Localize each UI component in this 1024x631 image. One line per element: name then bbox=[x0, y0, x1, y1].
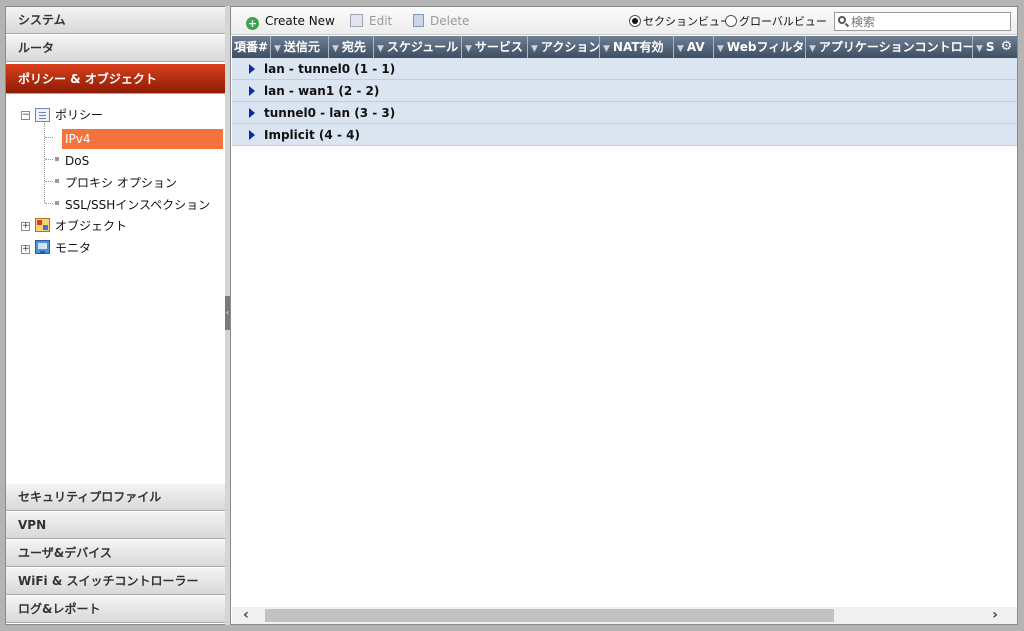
tree-item-ipv4[interactable]: IPv4 bbox=[62, 129, 223, 149]
expand-icon[interactable]: + bbox=[21, 222, 30, 231]
tree-item-policy[interactable]: ポリシー bbox=[55, 105, 103, 125]
tree-item-objects[interactable]: オブジェクト bbox=[55, 216, 127, 236]
nav-category-log-report[interactable]: ログ&レポート bbox=[6, 596, 225, 623]
column-header-app-control[interactable]: ▼ アプリケーションコントロール bbox=[806, 36, 973, 58]
trash-icon bbox=[413, 14, 424, 27]
filter-icon[interactable]: ▼ bbox=[809, 38, 816, 58]
toolbar: + Create New Edit Delete セクションビュー グローバルビュ… bbox=[231, 7, 1017, 35]
column-header-s[interactable]: ▼ S bbox=[973, 36, 996, 58]
pencil-icon bbox=[350, 14, 363, 27]
column-label: アクション bbox=[540, 40, 600, 54]
tree-item-proxy-option[interactable]: プロキシ オプション bbox=[65, 173, 177, 193]
section-view-label: セクションビュー bbox=[643, 15, 731, 28]
column-header-destination[interactable]: ▼ 宛先 bbox=[329, 36, 374, 58]
nav-category-wifi-switch[interactable]: WiFi & スイッチコントローラー bbox=[6, 568, 225, 595]
objects-icon bbox=[35, 218, 50, 232]
tree-item-dos[interactable]: DoS bbox=[65, 151, 89, 171]
radio-unselected-icon bbox=[725, 15, 737, 27]
section-row[interactable]: lan - tunnel0 (1 - 1) bbox=[232, 58, 1017, 80]
column-label: AV bbox=[686, 40, 705, 54]
column-label: スケジュール bbox=[386, 40, 459, 54]
grid-header: 項番# ▼ 送信元 ▼ 宛先 ▼ スケジュール ▼ サービス ▼ アクション ▼ NAT有効… bbox=[232, 36, 1017, 58]
filter-icon[interactable]: ▼ bbox=[377, 38, 384, 58]
gear-icon[interactable]: ⚙ bbox=[996, 36, 1017, 58]
policy-list-icon bbox=[35, 108, 50, 122]
section-label: Implicit (4 - 4) bbox=[264, 128, 360, 142]
navigation-panel: システム ルータ ポリシー & オブジェクト − ポリシー IPv4 DoS プ… bbox=[5, 6, 226, 625]
nav-category-user-device[interactable]: ユーザ&デバイス bbox=[6, 540, 225, 567]
column-label: NAT有効 bbox=[612, 40, 664, 54]
tree-item-ssl-inspection[interactable]: SSL/SSHインスペクション bbox=[65, 195, 210, 215]
nav-category-vpn[interactable]: VPN bbox=[6, 512, 225, 539]
expand-icon[interactable]: + bbox=[21, 245, 30, 254]
expand-triangle-icon[interactable] bbox=[249, 86, 255, 96]
global-view-option[interactable]: グローバルビュー bbox=[725, 13, 827, 30]
column-header-schedule[interactable]: ▼ スケジュール bbox=[374, 36, 462, 58]
horizontal-scrollbar[interactable]: ‹ › bbox=[232, 607, 1017, 624]
plus-circle-icon: + bbox=[246, 17, 259, 30]
column-label: 宛先 bbox=[341, 40, 366, 54]
filter-icon[interactable]: ▼ bbox=[274, 38, 281, 58]
section-row[interactable]: tunnel0 - lan (3 - 3) bbox=[232, 102, 1017, 124]
scrollbar-thumb[interactable] bbox=[265, 609, 834, 622]
expand-triangle-icon[interactable] bbox=[249, 130, 255, 140]
search-input[interactable] bbox=[851, 14, 1009, 29]
column-label: 項番# bbox=[234, 40, 269, 54]
monitor-icon bbox=[35, 240, 50, 254]
column-header-seq[interactable]: 項番# bbox=[232, 36, 271, 58]
global-view-label: グローバルビュー bbox=[739, 15, 827, 28]
nav-category-router[interactable]: ルータ bbox=[6, 35, 225, 62]
nav-tree: − ポリシー IPv4 DoS プロキシ オプション SSL/SSHインスペクシ… bbox=[6, 95, 225, 485]
filter-icon[interactable]: ▼ bbox=[332, 38, 339, 58]
policy-list-panel: + Create New Edit Delete セクションビュー グローバルビュ… bbox=[230, 6, 1018, 625]
section-row[interactable]: lan - wan1 (2 - 2) bbox=[232, 80, 1017, 102]
scroll-left-icon[interactable]: ‹ bbox=[236, 607, 256, 624]
edit-label: Edit bbox=[369, 14, 393, 28]
nav-category-security-profiles[interactable]: セキュリティプロファイル bbox=[6, 484, 225, 511]
filter-icon[interactable]: ▼ bbox=[531, 38, 538, 58]
column-label: サービス bbox=[474, 40, 523, 54]
search-box[interactable] bbox=[834, 12, 1011, 31]
nav-category-policy-objects[interactable]: ポリシー & オブジェクト bbox=[6, 64, 225, 94]
column-header-action[interactable]: ▼ アクション bbox=[528, 36, 600, 58]
section-label: lan - wan1 (2 - 2) bbox=[264, 84, 380, 98]
radio-selected-icon bbox=[629, 15, 641, 27]
edit-button[interactable]: Edit bbox=[350, 13, 392, 30]
section-row[interactable]: Implicit (4 - 4) bbox=[232, 124, 1017, 146]
column-label: アプリケーションコントロール bbox=[818, 40, 973, 54]
filter-icon[interactable]: ▼ bbox=[976, 38, 983, 58]
search-icon-handle bbox=[844, 22, 850, 28]
section-label: tunnel0 - lan (3 - 3) bbox=[264, 106, 396, 120]
column-header-webfilter[interactable]: ▼ Webフィルタ bbox=[714, 36, 806, 58]
delete-label: Delete bbox=[430, 14, 470, 28]
tree-item-monitor[interactable]: モニタ bbox=[55, 238, 91, 258]
filter-icon[interactable]: ▼ bbox=[717, 38, 724, 58]
create-new-label: Create New bbox=[265, 14, 335, 28]
column-header-av[interactable]: ▼ AV bbox=[674, 36, 714, 58]
create-new-button[interactable]: + Create New bbox=[246, 13, 335, 30]
column-label: S bbox=[985, 40, 995, 54]
nav-category-system[interactable]: システム bbox=[6, 7, 225, 34]
column-header-nat[interactable]: ▼ NAT有効 bbox=[600, 36, 674, 58]
filter-icon[interactable]: ▼ bbox=[603, 38, 610, 58]
column-label: Webフィルタ bbox=[726, 40, 805, 54]
expand-triangle-icon[interactable] bbox=[249, 64, 255, 74]
filter-icon[interactable]: ▼ bbox=[465, 38, 472, 58]
section-view-option[interactable]: セクションビュー bbox=[629, 13, 731, 30]
collapse-icon[interactable]: − bbox=[21, 111, 30, 120]
column-header-source[interactable]: ▼ 送信元 bbox=[271, 36, 329, 58]
filter-icon[interactable]: ▼ bbox=[677, 38, 684, 58]
section-label: lan - tunnel0 (1 - 1) bbox=[264, 62, 396, 76]
column-header-service[interactable]: ▼ サービス bbox=[462, 36, 528, 58]
delete-button[interactable]: Delete bbox=[413, 13, 469, 30]
expand-triangle-icon[interactable] bbox=[249, 108, 255, 118]
column-label: 送信元 bbox=[283, 40, 320, 54]
scroll-right-icon[interactable]: › bbox=[985, 607, 1005, 624]
